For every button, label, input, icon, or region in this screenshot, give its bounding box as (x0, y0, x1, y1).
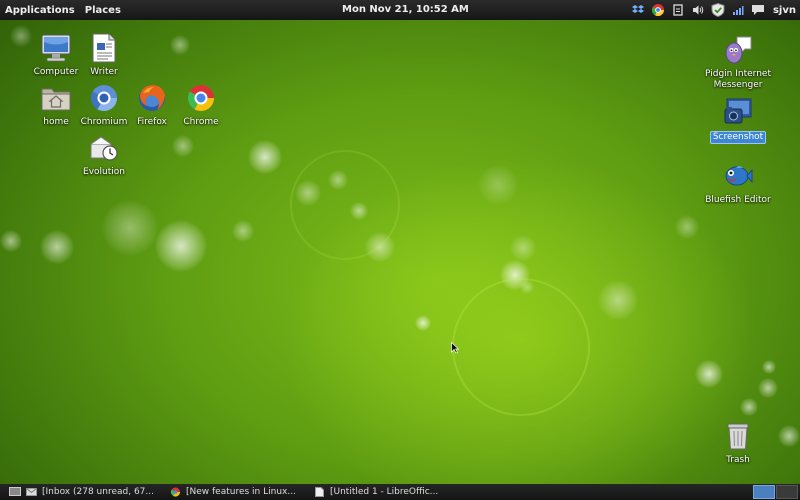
desktop[interactable]: Computer Writer home Chromium Firefox Ch… (0, 20, 800, 484)
evolution-mail-icon (87, 132, 121, 164)
volume-icon[interactable] (691, 3, 705, 17)
firefox-icon (135, 82, 169, 114)
dropbox-icon[interactable] (631, 3, 645, 17)
bokeh-light (740, 398, 758, 416)
taskbar-item-label: [Inbox (278 unread, 67... (42, 487, 154, 497)
bokeh-light (40, 230, 74, 264)
pidgin-icon (721, 34, 755, 66)
bokeh-light (778, 425, 800, 447)
desktop-icon-label: Screenshot (709, 131, 767, 144)
chrome-icon (170, 487, 181, 497)
system-tray: sjvn (631, 0, 796, 20)
bokeh-light (172, 135, 194, 157)
desktop-icon-label: Pidgin Internet Messenger (705, 69, 771, 90)
desktop-icon-trash[interactable]: Trash (702, 420, 774, 466)
desktop-icon-label: home (43, 117, 69, 127)
bokeh-light (598, 280, 638, 320)
mail-icon (26, 488, 37, 496)
chrome-icon (184, 82, 218, 114)
workspace-2[interactable] (776, 485, 798, 499)
desktop-icon-label: Bluefish Editor (705, 195, 771, 205)
desktop-icon-evolution[interactable]: Evolution (68, 132, 140, 178)
bokeh-light (0, 230, 22, 252)
clock[interactable]: Mon Nov 21, 10:52 AM (342, 4, 469, 15)
desktop-icon-label: Evolution (83, 167, 125, 177)
bokeh-light (415, 315, 431, 331)
places-menu[interactable]: Places (80, 5, 126, 16)
top-panel: Applications Places Mon Nov 21, 10:52 AM… (0, 0, 800, 20)
bokeh-light (500, 260, 530, 290)
bottom-panel: [Inbox (278 unread, 67... [New features … (0, 484, 800, 500)
screenshot-icon (721, 96, 755, 128)
workspace-1[interactable] (753, 485, 775, 499)
bokeh-light (365, 232, 395, 262)
bokeh-light (232, 220, 254, 242)
network-signal-icon[interactable] (731, 3, 745, 17)
show-desktop-icon[interactable] (8, 485, 22, 499)
desktop-icon-writer[interactable]: Writer (68, 32, 140, 78)
workspace-switcher (753, 485, 798, 499)
bokeh-light (510, 235, 536, 261)
taskbar-item-label: [Untitled 1 - LibreOffic... (330, 487, 439, 497)
desktop-icon-label: Chrome (183, 117, 219, 127)
bokeh-light (295, 180, 321, 206)
writer-document-icon (87, 32, 121, 64)
chrome-icon[interactable] (651, 3, 665, 17)
taskbar-item-browser[interactable]: [New features in Linux... (166, 484, 310, 500)
desktop-icon-screenshot[interactable]: Screenshot (702, 96, 774, 144)
desktop-icon-label: Trash (726, 455, 750, 465)
bokeh-light (695, 360, 723, 388)
taskbar-item-libreoffice[interactable]: [Untitled 1 - LibreOffic... (310, 484, 454, 500)
bokeh-light (102, 200, 158, 256)
document-icon (315, 487, 324, 497)
shield-icon[interactable] (711, 3, 725, 17)
bokeh-light (328, 170, 348, 190)
light-ring (290, 150, 400, 260)
user-menu[interactable]: sjvn (773, 5, 796, 16)
bokeh-light (155, 220, 207, 272)
bokeh-light (170, 35, 190, 55)
bluefish-icon (721, 160, 755, 192)
bokeh-light (762, 360, 776, 374)
desktop-icon-pidgin[interactable]: Pidgin Internet Messenger (696, 34, 780, 91)
taskbar-item-label: [New features in Linux... (186, 487, 296, 497)
clipboard-icon[interactable] (671, 3, 685, 17)
light-ring (452, 278, 590, 416)
applications-menu[interactable]: Applications (0, 5, 80, 16)
bokeh-light (675, 215, 699, 239)
bokeh-light (248, 140, 282, 174)
desktop-icon-bluefish[interactable]: Bluefish Editor (696, 160, 780, 206)
bokeh-light (520, 280, 534, 294)
trash-icon (721, 420, 755, 452)
bokeh-light (758, 378, 778, 398)
desktop-icon-label: Firefox (137, 117, 167, 127)
desktop-icon-label: Writer (90, 67, 118, 77)
mouse-pointer-icon (451, 342, 459, 354)
bokeh-light (350, 202, 368, 220)
desktop-icon-chrome[interactable]: Chrome (165, 82, 237, 128)
chat-icon[interactable] (751, 3, 765, 17)
taskbar-item-mail[interactable]: [Inbox (278 unread, 67... (22, 484, 166, 500)
bokeh-light (478, 165, 518, 205)
